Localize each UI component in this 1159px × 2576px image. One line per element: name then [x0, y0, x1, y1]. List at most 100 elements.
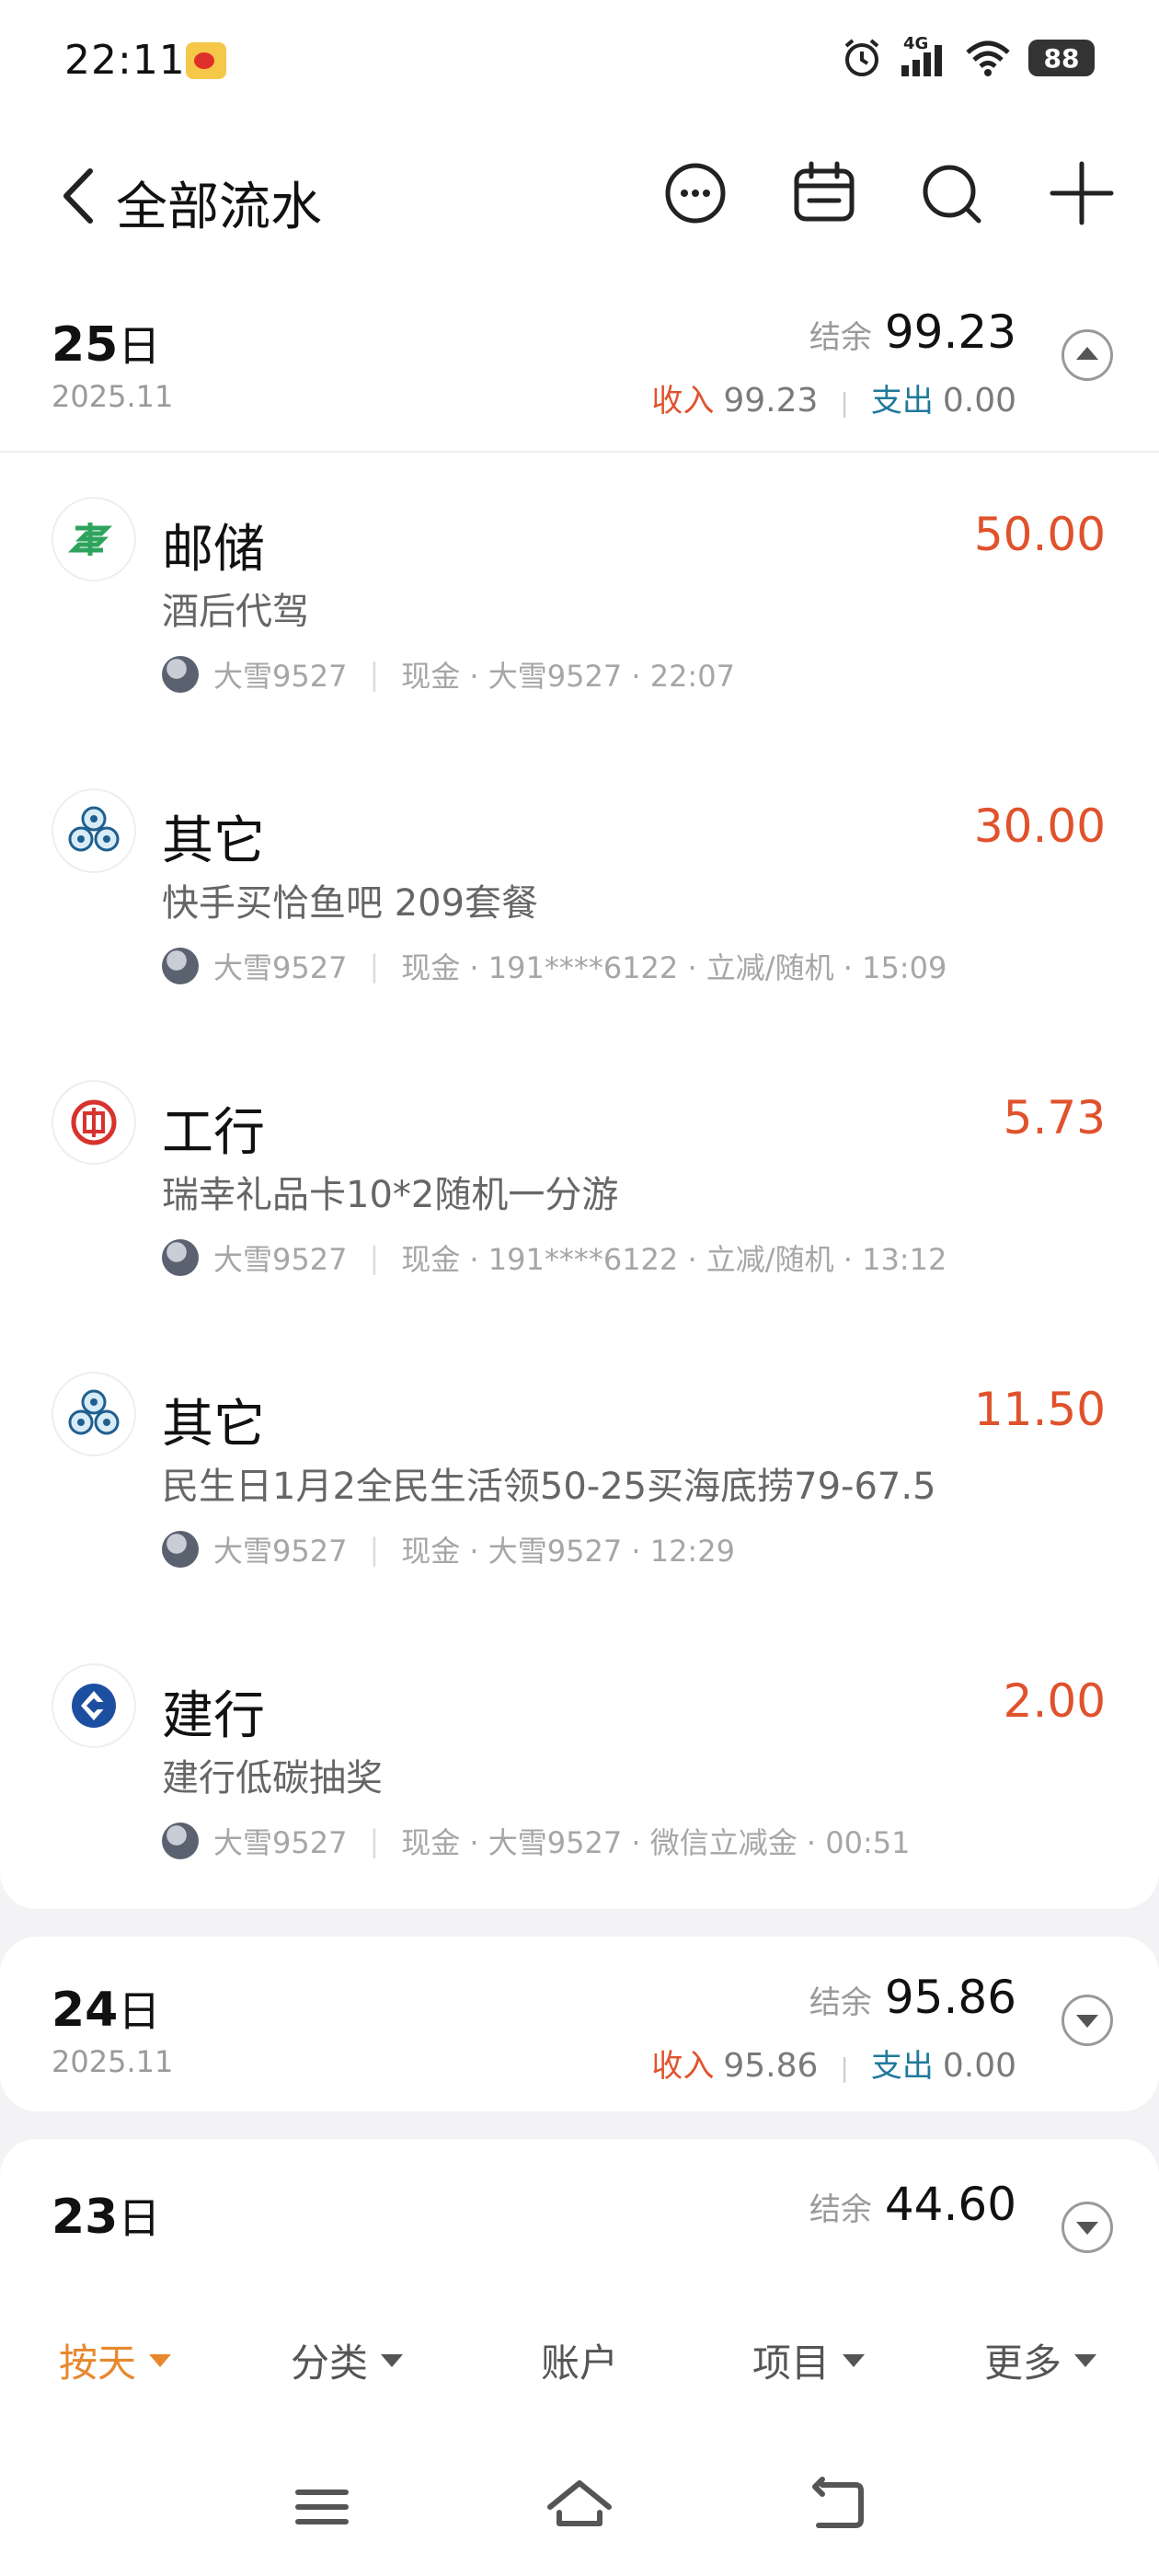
separator: |	[369, 1532, 380, 1567]
transaction-item[interactable]: 工行 5.73 瑞幸礼品卡10*2随机一分游 大雪9527 | 现金 · 191…	[0, 1043, 1159, 1334]
transaction-user: 大雪9527	[213, 950, 348, 985]
tab-label: 按天	[59, 2340, 137, 2386]
signal-4g-icon: 4G	[900, 34, 947, 78]
tab-label: 更多	[984, 2340, 1062, 2386]
transaction-amount: 11.50	[973, 1383, 1106, 1436]
tab-category[interactable]: 分类	[291, 2332, 404, 2388]
expand-toggle-icon[interactable]	[1061, 1995, 1113, 2046]
year-month: 2025.11	[52, 379, 174, 414]
transaction-note: 瑞幸礼品卡10*2随机一分游	[162, 1174, 619, 1216]
add-icon[interactable]	[1045, 156, 1119, 230]
transaction-details: 现金 · 大雪9527 · 12:29	[401, 1534, 735, 1569]
separator: |	[369, 1240, 380, 1275]
transaction-user: 大雪9527	[213, 659, 348, 694]
transaction-details: 现金 · 191****6122 · 立减/随机 · 15:09	[401, 950, 947, 985]
transaction-amount: 30.00	[973, 799, 1106, 853]
avatar	[162, 1531, 199, 1568]
avatar	[162, 948, 199, 984]
other-category-icon	[52, 1372, 136, 1456]
system-nav-bar	[0, 2470, 1159, 2553]
separator: |	[840, 2053, 849, 2083]
ccb-icon	[52, 1663, 136, 1748]
transaction-item[interactable]: 建行 2.00 建行低碳抽奖 大雪9527 | 现金 · 大雪9527 · 微信…	[0, 1627, 1159, 1917]
income-value: 99.23	[723, 382, 819, 420]
caret-down-icon	[843, 2353, 866, 2367]
more-icon[interactable]	[659, 156, 732, 230]
caret-down-icon	[381, 2353, 404, 2367]
avatar	[162, 656, 199, 693]
income-value: 95.86	[723, 2047, 819, 2085]
icbc-icon	[52, 1080, 136, 1165]
transaction-item[interactable]: 其它 11.50 民生日1月2全民生活领50-25买海底捞79-67.5 大雪9…	[0, 1335, 1159, 1626]
transaction-category: 建行	[162, 1686, 265, 1746]
battery-indicator: 88	[1028, 40, 1095, 76]
postal-bank-icon	[52, 497, 136, 581]
separator: |	[369, 657, 380, 692]
avatar	[162, 1239, 199, 1276]
transaction-details: 现金 · 191****6122 · 立减/随机 · 13:12	[401, 1242, 947, 1277]
transaction-meta: 大雪9527 | 现金 · 大雪9527 · 微信立减金 · 00:51	[162, 1820, 910, 1862]
transaction-user: 大雪9527	[213, 1242, 348, 1277]
transaction-category: 其它	[162, 1395, 265, 1455]
day-number: 24日	[52, 1983, 161, 2038]
balance-label: 结余	[809, 319, 872, 356]
day-number: 23日	[52, 2190, 161, 2245]
balance-label: 结余	[809, 2191, 872, 2228]
wifi-icon	[966, 40, 1010, 76]
avatar	[162, 1823, 199, 1859]
day-card-24[interactable]: 24日 2025.11 结余 95.86 收入 95.86 | 支出 0.00	[0, 1937, 1159, 2111]
day-header[interactable]: 24日 2025.11 结余 95.86 收入 95.86 | 支出 0.00	[0, 1932, 1159, 2116]
other-category-icon	[52, 788, 136, 873]
balance-value: 99.23	[884, 305, 1016, 359]
transaction-category: 邮储	[162, 520, 265, 580]
balance-value: 95.86	[884, 1971, 1016, 2024]
tab-label: 分类	[291, 2340, 369, 2386]
caret-down-icon	[149, 2353, 172, 2367]
tab-by-day[interactable]: 按天	[59, 2332, 172, 2388]
separator: |	[369, 1823, 380, 1858]
transaction-note: 快手买恰鱼吧 209套餐	[162, 882, 539, 925]
day-card-25: 25日 2025.11 结余 99.23 收入 99.23 | 支出 0.00 …	[0, 267, 1159, 1909]
transaction-item[interactable]: 邮储 50.00 酒后代驾 大雪9527 | 现金 · 大雪9527 · 22:…	[0, 460, 1159, 751]
transaction-details: 现金 · 大雪9527 · 22:07	[401, 659, 735, 694]
search-icon[interactable]	[916, 156, 990, 230]
menu-icon[interactable]	[285, 2470, 359, 2544]
transaction-category: 工行	[162, 1103, 265, 1163]
tab-account[interactable]: 账户	[541, 2332, 618, 2388]
tab-project[interactable]: 项目	[752, 2332, 866, 2388]
filter-tabs: 按天 分类 账户 项目 更多	[0, 2332, 1159, 2397]
tab-more[interactable]: 更多	[984, 2332, 1097, 2388]
transaction-meta: 大雪9527 | 现金 · 191****6122 · 立减/随机 · 13:1…	[162, 1236, 947, 1279]
status-time: 22:11	[64, 37, 186, 84]
transaction-meta: 大雪9527 | 现金 · 191****6122 · 立减/随机 · 15:0…	[162, 945, 947, 987]
transaction-category: 其它	[162, 811, 265, 871]
home-icon[interactable]	[543, 2470, 616, 2544]
alarm-icon	[844, 39, 879, 76]
balance-value: 44.60	[884, 2178, 1016, 2231]
income-label: 收入	[651, 383, 715, 420]
weibo-notification-icon	[186, 42, 226, 79]
transaction-user: 大雪9527	[213, 1534, 348, 1569]
transaction-note: 民生日1月2全民生活领50-25买海底捞79-67.5	[162, 1466, 936, 1508]
income-label: 收入	[651, 2048, 715, 2085]
collapse-toggle-icon[interactable]	[1061, 329, 1113, 381]
expense-label: 支出	[870, 383, 934, 420]
status-bar: 22:11 4G 88	[0, 0, 1159, 129]
expense-value: 0.00	[942, 382, 1016, 420]
transaction-amount: 2.00	[1003, 1674, 1106, 1728]
tab-label: 账户	[541, 2340, 619, 2386]
transaction-user: 大雪9527	[213, 1825, 348, 1860]
back-nav-icon[interactable]	[800, 2470, 874, 2544]
transaction-item[interactable]: 其它 30.00 快手买恰鱼吧 209套餐 大雪9527 | 现金 · 191*…	[0, 752, 1159, 1042]
transaction-details: 现金 · 大雪9527 · 微信立减金 · 00:51	[401, 1825, 911, 1860]
transaction-meta: 大雪9527 | 现金 · 大雪9527 · 12:29	[162, 1528, 735, 1570]
back-icon[interactable]	[55, 164, 101, 228]
expand-toggle-icon[interactable]	[1061, 2202, 1113, 2253]
calendar-icon[interactable]	[787, 156, 861, 230]
day-number: 25日	[52, 317, 161, 373]
day-header[interactable]: 25日 2025.11 结余 99.23 收入 99.23 | 支出 0.00	[0, 267, 1159, 451]
transaction-note: 建行低碳抽奖	[162, 1757, 383, 1800]
separator: |	[840, 387, 849, 418]
divider	[0, 451, 1159, 453]
transaction-amount: 5.73	[1003, 1091, 1106, 1144]
